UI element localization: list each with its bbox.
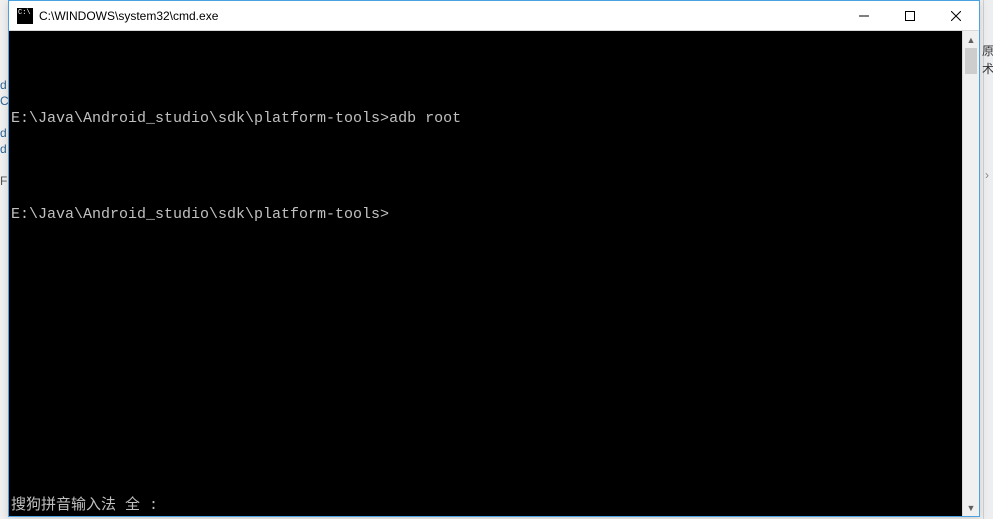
scroll-up-button[interactable]: ▲ xyxy=(963,31,979,48)
minimize-button[interactable] xyxy=(841,1,887,30)
bg-char: F xyxy=(0,174,7,188)
bg-char: d xyxy=(0,126,7,140)
vertical-scrollbar[interactable]: ▲ ▼ xyxy=(962,31,979,516)
bg-char: 术 xyxy=(982,60,993,77)
client-area: E:\Java\Android_studio\sdk\platform-tool… xyxy=(9,31,979,516)
bg-char: 原 xyxy=(982,42,993,59)
prompt: E:\Java\Android_studio\sdk\platform-tool… xyxy=(11,206,389,223)
cmd-window: C:\WINDOWS\system32\cmd.exe E:\Java\Andr… xyxy=(8,0,980,517)
window-controls xyxy=(841,1,979,30)
ime-status: 搜狗拼音输入法 全 : xyxy=(11,498,158,514)
maximize-button[interactable] xyxy=(887,1,933,30)
bg-char: d xyxy=(0,78,7,92)
close-button[interactable] xyxy=(933,1,979,30)
bg-char: d xyxy=(0,142,7,156)
cmd-icon xyxy=(17,8,33,24)
terminal-blank-line xyxy=(9,159,962,175)
terminal-line: E:\Java\Android_studio\sdk\platform-tool… xyxy=(9,111,962,127)
chevron-right-icon: › xyxy=(985,168,989,182)
scroll-down-button[interactable]: ▼ xyxy=(963,499,979,516)
window-title: C:\WINDOWS\system32\cmd.exe xyxy=(39,9,841,23)
terminal-output[interactable]: E:\Java\Android_studio\sdk\platform-tool… xyxy=(9,31,962,516)
prompt: E:\Java\Android_studio\sdk\platform-tool… xyxy=(11,110,389,127)
scrollbar-track[interactable] xyxy=(963,48,979,499)
command-text: adb root xyxy=(389,110,461,127)
background-right-panel: 原 术 › xyxy=(983,0,993,519)
scrollbar-thumb[interactable] xyxy=(965,48,977,74)
titlebar[interactable]: C:\WINDOWS\system32\cmd.exe xyxy=(9,1,979,31)
terminal-line: E:\Java\Android_studio\sdk\platform-tool… xyxy=(9,207,962,223)
terminal-blank-line xyxy=(9,63,962,79)
